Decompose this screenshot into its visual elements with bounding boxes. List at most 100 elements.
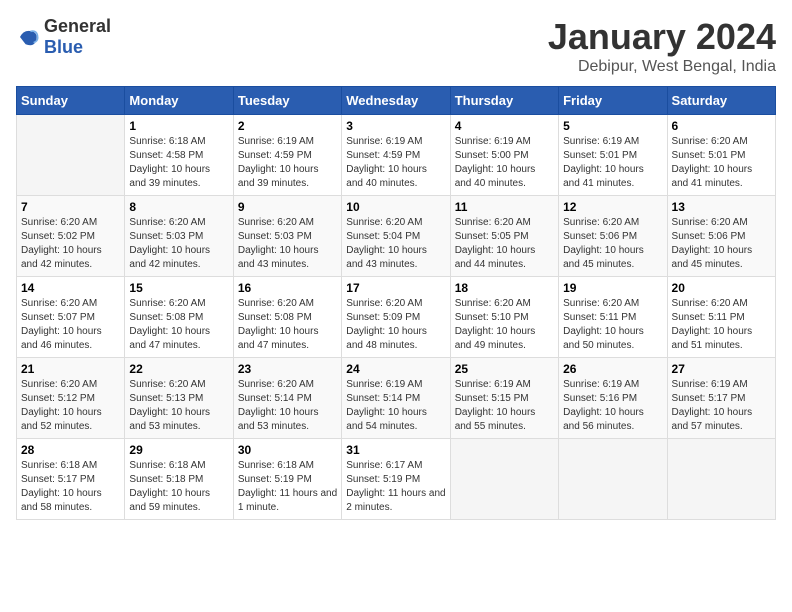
day-info: Sunrise: 6:20 AM Sunset: 5:01 PM Dayligh… bbox=[672, 135, 771, 191]
day-info: Sunrise: 6:20 AM Sunset: 5:06 PM Dayligh… bbox=[563, 216, 662, 272]
table-row: 29Sunrise: 6:18 AM Sunset: 5:18 PM Dayli… bbox=[125, 439, 233, 520]
table-row: 24Sunrise: 6:19 AM Sunset: 5:14 PM Dayli… bbox=[342, 358, 450, 439]
page-header: General Blue January 2024 Debipur, West … bbox=[16, 16, 776, 76]
header-saturday: Saturday bbox=[667, 87, 775, 115]
table-row: 4 Sunrise: 6:19 AM Sunset: 5:00 PM Daylig… bbox=[450, 115, 558, 196]
table-row: 12 Sunrise: 6:20 AM Sunset: 5:06 PM Dayli… bbox=[559, 196, 667, 277]
table-row bbox=[17, 115, 125, 196]
day-info: Sunrise: 6:19 AM Sunset: 5:00 PM Dayligh… bbox=[455, 135, 554, 191]
table-row bbox=[450, 439, 558, 520]
table-row: 28 Sunrise: 6:18 AM Sunset: 5:17 PM Dayli… bbox=[17, 439, 125, 520]
day-number: 12 bbox=[563, 200, 662, 214]
day-info: Sunrise: 6:20 AM Sunset: 5:04 PM Dayligh… bbox=[346, 216, 445, 272]
logo: General Blue bbox=[16, 16, 111, 58]
table-row: 6Sunrise: 6:20 AM Sunset: 5:01 PM Daylig… bbox=[667, 115, 775, 196]
day-number: 21 bbox=[21, 362, 120, 376]
day-number: 3 bbox=[346, 119, 445, 133]
table-row: 8Sunrise: 6:20 AM Sunset: 5:03 PM Daylig… bbox=[125, 196, 233, 277]
day-number: 27 bbox=[672, 362, 771, 376]
month-year-title: January 2024 bbox=[548, 16, 776, 58]
location-subtitle: Debipur, West Bengal, India bbox=[548, 58, 776, 76]
day-number: 5 bbox=[563, 119, 662, 133]
header-monday: Monday bbox=[125, 87, 233, 115]
day-number: 4 bbox=[455, 119, 554, 133]
day-info: Sunrise: 6:20 AM Sunset: 5:13 PM Dayligh… bbox=[129, 378, 228, 434]
day-number: 7 bbox=[21, 200, 120, 214]
day-number: 13 bbox=[672, 200, 771, 214]
table-row: 31 Sunrise: 6:17 AM Sunset: 5:19 PM Dayli… bbox=[342, 439, 450, 520]
table-row: 7 Sunrise: 6:20 AM Sunset: 5:02 PM Daylig… bbox=[17, 196, 125, 277]
table-row: 27 Sunrise: 6:19 AM Sunset: 5:17 PM Dayli… bbox=[667, 358, 775, 439]
day-number: 31 bbox=[346, 443, 445, 457]
table-row: 3Sunrise: 6:19 AM Sunset: 4:59 PM Daylig… bbox=[342, 115, 450, 196]
day-info: Sunrise: 6:20 AM Sunset: 5:02 PM Dayligh… bbox=[21, 216, 120, 272]
header-thursday: Thursday bbox=[450, 87, 558, 115]
table-row bbox=[559, 439, 667, 520]
day-info: Sunrise: 6:20 AM Sunset: 5:09 PM Dayligh… bbox=[346, 297, 445, 353]
table-row: 9 Sunrise: 6:20 AM Sunset: 5:03 PM Daylig… bbox=[233, 196, 341, 277]
table-row: 13 Sunrise: 6:20 AM Sunset: 5:06 PM Dayli… bbox=[667, 196, 775, 277]
day-number: 28 bbox=[21, 443, 120, 457]
table-row bbox=[667, 439, 775, 520]
table-row: 30Sunrise: 6:18 AM Sunset: 5:19 PM Dayli… bbox=[233, 439, 341, 520]
table-row: 14Sunrise: 6:20 AM Sunset: 5:07 PM Dayli… bbox=[17, 277, 125, 358]
day-info: Sunrise: 6:20 AM Sunset: 5:03 PM Dayligh… bbox=[129, 216, 228, 272]
day-number: 26 bbox=[563, 362, 662, 376]
day-number: 18 bbox=[455, 281, 554, 295]
table-row: 20Sunrise: 6:20 AM Sunset: 5:11 PM Dayli… bbox=[667, 277, 775, 358]
calendar-header-row: Sunday Monday Tuesday Wednesday Thursday… bbox=[17, 87, 776, 115]
day-info: Sunrise: 6:20 AM Sunset: 5:14 PM Dayligh… bbox=[238, 378, 337, 434]
table-row: 10 Sunrise: 6:20 AM Sunset: 5:04 PM Dayli… bbox=[342, 196, 450, 277]
day-number: 20 bbox=[672, 281, 771, 295]
day-number: 24 bbox=[346, 362, 445, 376]
header-tuesday: Tuesday bbox=[233, 87, 341, 115]
table-row: 11Sunrise: 6:20 AM Sunset: 5:05 PM Dayli… bbox=[450, 196, 558, 277]
day-info: Sunrise: 6:19 AM Sunset: 5:17 PM Dayligh… bbox=[672, 378, 771, 434]
logo-icon bbox=[16, 25, 40, 49]
day-number: 10 bbox=[346, 200, 445, 214]
day-info: Sunrise: 6:20 AM Sunset: 5:07 PM Dayligh… bbox=[21, 297, 120, 353]
table-row: 1Sunrise: 6:18 AM Sunset: 4:58 PM Daylig… bbox=[125, 115, 233, 196]
day-info: Sunrise: 6:20 AM Sunset: 5:08 PM Dayligh… bbox=[129, 297, 228, 353]
calendar-week-5: 28 Sunrise: 6:18 AM Sunset: 5:17 PM Dayli… bbox=[17, 439, 776, 520]
day-number: 30 bbox=[238, 443, 337, 457]
day-number: 25 bbox=[455, 362, 554, 376]
day-info: Sunrise: 6:20 AM Sunset: 5:08 PM Dayligh… bbox=[238, 297, 337, 353]
calendar-week-1: 1Sunrise: 6:18 AM Sunset: 4:58 PM Daylig… bbox=[17, 115, 776, 196]
table-row: 19Sunrise: 6:20 AM Sunset: 5:11 PM Dayli… bbox=[559, 277, 667, 358]
day-info: Sunrise: 6:18 AM Sunset: 5:17 PM Dayligh… bbox=[21, 459, 120, 515]
day-info: Sunrise: 6:20 AM Sunset: 5:10 PM Dayligh… bbox=[455, 297, 554, 353]
day-info: Sunrise: 6:19 AM Sunset: 5:16 PM Dayligh… bbox=[563, 378, 662, 434]
logo-text: General Blue bbox=[44, 16, 111, 58]
table-row: 25Sunrise: 6:19 AM Sunset: 5:15 PM Dayli… bbox=[450, 358, 558, 439]
day-info: Sunrise: 6:20 AM Sunset: 5:03 PM Dayligh… bbox=[238, 216, 337, 272]
day-number: 23 bbox=[238, 362, 337, 376]
title-section: January 2024 Debipur, West Bengal, India bbox=[548, 16, 776, 76]
calendar-week-3: 14Sunrise: 6:20 AM Sunset: 5:07 PM Dayli… bbox=[17, 277, 776, 358]
table-row: 15 Sunrise: 6:20 AM Sunset: 5:08 PM Dayli… bbox=[125, 277, 233, 358]
day-info: Sunrise: 6:18 AM Sunset: 4:58 PM Dayligh… bbox=[129, 135, 228, 191]
logo-blue: Blue bbox=[44, 37, 83, 57]
table-row: 2Sunrise: 6:19 AM Sunset: 4:59 PM Daylig… bbox=[233, 115, 341, 196]
day-number: 22 bbox=[129, 362, 228, 376]
day-number: 17 bbox=[346, 281, 445, 295]
day-number: 11 bbox=[455, 200, 554, 214]
day-number: 15 bbox=[129, 281, 228, 295]
day-number: 16 bbox=[238, 281, 337, 295]
table-row: 16 Sunrise: 6:20 AM Sunset: 5:08 PM Dayli… bbox=[233, 277, 341, 358]
header-friday: Friday bbox=[559, 87, 667, 115]
day-number: 9 bbox=[238, 200, 337, 214]
table-row: 5Sunrise: 6:19 AM Sunset: 5:01 PM Daylig… bbox=[559, 115, 667, 196]
table-row: 18 Sunrise: 6:20 AM Sunset: 5:10 PM Dayli… bbox=[450, 277, 558, 358]
calendar-week-2: 7 Sunrise: 6:20 AM Sunset: 5:02 PM Daylig… bbox=[17, 196, 776, 277]
day-info: Sunrise: 6:18 AM Sunset: 5:18 PM Dayligh… bbox=[129, 459, 228, 515]
header-wednesday: Wednesday bbox=[342, 87, 450, 115]
day-info: Sunrise: 6:20 AM Sunset: 5:06 PM Dayligh… bbox=[672, 216, 771, 272]
table-row: 22 Sunrise: 6:20 AM Sunset: 5:13 PM Dayli… bbox=[125, 358, 233, 439]
table-row: 26 Sunrise: 6:19 AM Sunset: 5:16 PM Dayli… bbox=[559, 358, 667, 439]
calendar-table: Sunday Monday Tuesday Wednesday Thursday… bbox=[16, 86, 776, 520]
table-row: 23 Sunrise: 6:20 AM Sunset: 5:14 PM Dayli… bbox=[233, 358, 341, 439]
day-info: Sunrise: 6:17 AM Sunset: 5:19 PM Dayligh… bbox=[346, 459, 445, 515]
table-row: 21Sunrise: 6:20 AM Sunset: 5:12 PM Dayli… bbox=[17, 358, 125, 439]
logo-general: General bbox=[44, 16, 111, 36]
